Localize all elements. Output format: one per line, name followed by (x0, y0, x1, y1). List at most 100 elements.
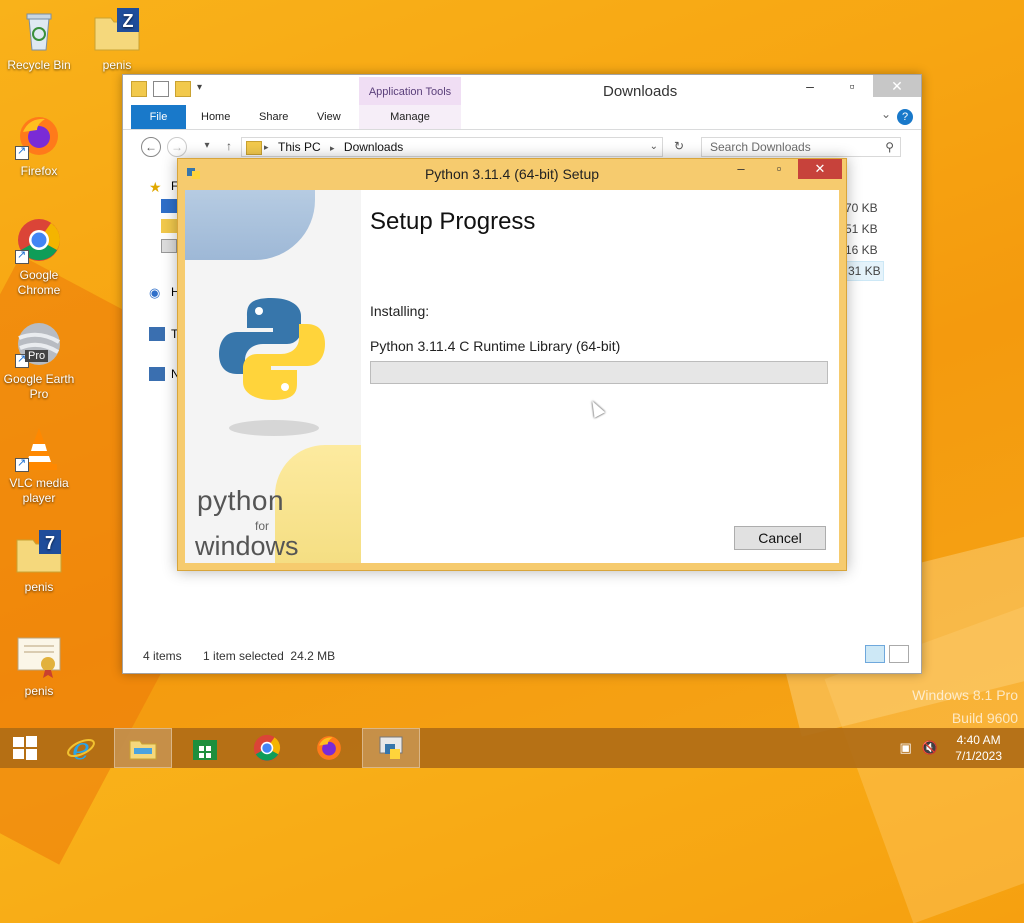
minimize-button[interactable]: – (789, 75, 831, 97)
taskbar-internet-explorer[interactable]: e (52, 728, 110, 768)
this-pc-icon[interactable] (149, 327, 165, 341)
file-explorer-icon (129, 740, 157, 760)
clock[interactable]: 4:40 AM 7/1/2023 (955, 732, 1002, 764)
folder-icon[interactable] (131, 81, 147, 97)
system-tray: ▣ 🔇 (900, 740, 938, 756)
homegroup-icon[interactable]: ◉ (149, 285, 165, 300)
setup-titlebar[interactable]: Python 3.11.4 (64-bit) Setup – ▫ ✕ (178, 159, 846, 189)
application-tools-header: Application Tools (359, 77, 461, 105)
search-icon[interactable]: ⚲ (885, 138, 894, 156)
downloads-folder-icon[interactable] (161, 219, 177, 233)
item-count: 4 items (143, 649, 182, 663)
desktop-icon-zip-folder[interactable]: Z penis (78, 6, 156, 73)
network-icon[interactable] (149, 367, 165, 381)
firefox-icon (317, 736, 341, 760)
tab-share[interactable]: Share (259, 105, 288, 129)
desktop-folder-icon[interactable] (161, 199, 177, 213)
desktop-icon-chrome[interactable]: Google Chrome (0, 216, 78, 298)
desktop-icon-label: penis (24, 684, 54, 698)
file-size-cell: 70 KB (845, 201, 878, 215)
python-wordmark: python (197, 485, 285, 516)
refresh-icon[interactable]: ↻ (669, 137, 689, 157)
desktop-icon-label: Firefox (20, 164, 58, 178)
setup-body: python for windows Setup Progress Instal… (185, 190, 839, 563)
chevron-right-icon: ▸ (330, 143, 335, 153)
chevron-down-icon[interactable]: ▾ (197, 82, 207, 96)
windows-watermark: Windows 8.1 Pro Build 9600 (912, 684, 1018, 730)
search-placeholder: Search Downloads (710, 140, 811, 154)
downloads-folder-icon (246, 141, 262, 155)
properties-icon[interactable] (153, 81, 169, 97)
logo-shadow (229, 420, 319, 436)
chevron-right-icon: ▸ (264, 142, 269, 152)
desktop-icon-recycle-bin[interactable]: Recycle Bin (0, 6, 78, 73)
large-icons-view-button[interactable] (889, 645, 909, 663)
tab-view[interactable]: View (317, 105, 341, 129)
speaker-muted-icon[interactable]: 🔇 (922, 740, 938, 756)
tab-home[interactable]: Home (201, 105, 230, 129)
desktop-icon-google-earth[interactable]: Pro Google Earth Pro (0, 320, 78, 402)
start-button[interactable] (0, 728, 50, 768)
address-bar[interactable]: ▸ This PC ▸ Downloads ⌄ (241, 137, 663, 157)
taskbar-file-explorer[interactable] (114, 728, 172, 768)
up-button[interactable]: ↑ (219, 137, 239, 157)
desktop-icon-certificate[interactable]: penis (0, 632, 78, 699)
python-side-banner: python for windows (185, 190, 361, 563)
file-size-cell: 51 KB (845, 222, 878, 236)
maximize-button[interactable]: ▫ (831, 75, 873, 97)
cancel-button[interactable]: Cancel (734, 526, 826, 550)
svg-text:Z: Z (123, 11, 134, 31)
back-button[interactable]: ← (141, 137, 161, 157)
desktop-icon-label: Google Earth Pro (3, 372, 75, 401)
search-input[interactable]: Search Downloads ⚲ (701, 137, 901, 157)
clock-date: 7/1/2023 (955, 749, 1002, 763)
desktop-icon-label: Google Chrome (17, 268, 61, 297)
taskbar-store[interactable] (176, 728, 234, 768)
window-title: Downloads (603, 83, 678, 100)
desktop-icon-firefox[interactable]: Firefox (0, 112, 78, 179)
file-size-cell: 16 KB (845, 243, 878, 257)
minimize-button[interactable]: – (722, 159, 760, 179)
maximize-button[interactable]: ▫ (760, 159, 798, 179)
7zip-folder-icon: 7 (15, 528, 63, 576)
explorer-titlebar[interactable]: ▾ Application Tools Downloads – ▫ ✕ (123, 75, 921, 105)
close-button[interactable]: ✕ (873, 75, 921, 97)
recent-locations-icon[interactable]: ▾ (197, 137, 217, 157)
clock-time: 4:40 AM (956, 733, 1001, 747)
tab-file[interactable]: File (131, 105, 186, 129)
taskbar-firefox[interactable] (300, 728, 358, 768)
chrome-icon (15, 216, 63, 264)
ribbon-expand-icon[interactable]: ⌄ (881, 107, 891, 121)
python-logo-icon (219, 298, 325, 400)
details-view-button[interactable] (865, 645, 885, 663)
pro-badge: Pro (25, 350, 49, 362)
close-button[interactable]: ✕ (798, 159, 842, 179)
new-folder-icon[interactable] (175, 81, 191, 97)
chevron-down-icon[interactable]: ⌄ (650, 138, 658, 156)
taskbar-python-setup[interactable] (362, 728, 420, 768)
tab-manage[interactable]: Manage (359, 105, 461, 129)
taskbar-chrome[interactable] (238, 728, 296, 768)
vlc-icon (15, 424, 63, 472)
installing-label: Installing: (370, 303, 430, 319)
breadcrumb-this-pc[interactable]: This PC (278, 140, 321, 154)
network-icon[interactable]: ▣ (900, 740, 912, 756)
desktop-icon-label: VLC media player (9, 476, 69, 505)
watermark-build: Build 9600 (951, 710, 1018, 726)
chrome-icon (253, 734, 281, 762)
recent-places-icon[interactable] (161, 239, 177, 253)
current-component: Python 3.11.4 C Runtime Library (64-bit) (370, 338, 621, 354)
forward-button[interactable]: → (167, 137, 187, 157)
file-size-cell-selected[interactable]: 31 KB (845, 261, 884, 281)
breadcrumb-downloads[interactable]: Downloads (344, 140, 403, 154)
help-icon[interactable]: ? (897, 109, 913, 125)
recycle-bin-icon (15, 6, 63, 54)
python-setup-dialog[interactable]: Python 3.11.4 (64-bit) Setup – ▫ ✕ pytho… (177, 158, 847, 571)
desktop-icon-7zip-folder[interactable]: 7 penis (0, 528, 78, 595)
windows-start-icon (13, 736, 37, 760)
watermark-edition: Windows 8.1 Pro (912, 687, 1018, 703)
star-icon[interactable]: ★ (149, 179, 165, 195)
svg-text:e: e (72, 733, 90, 763)
desktop-icon-vlc[interactable]: VLC media player (0, 424, 78, 506)
windows-wordmark: windows (195, 531, 299, 561)
